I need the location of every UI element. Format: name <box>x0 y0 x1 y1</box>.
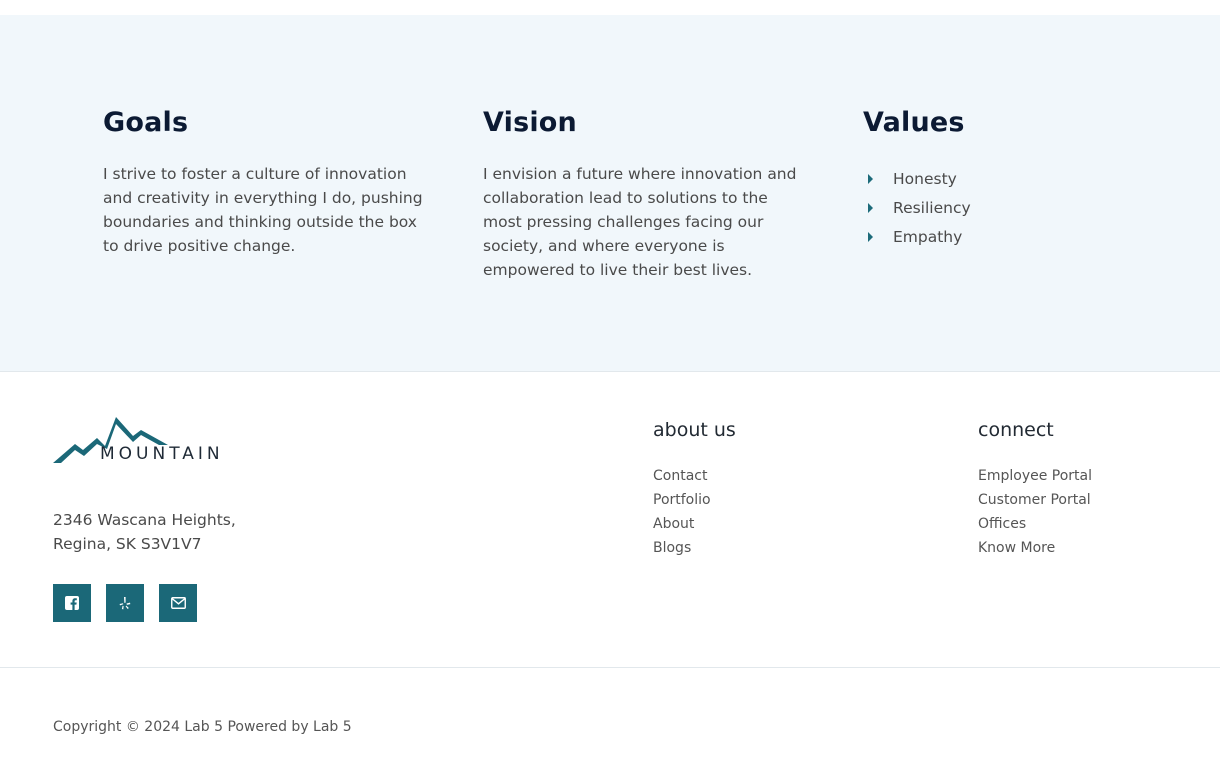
values-item-label: Resiliency <box>893 199 971 217</box>
goals-column: Goals I strive to foster a culture of in… <box>103 105 423 258</box>
address-line-2: Regina, SK S3V1V7 <box>53 535 202 553</box>
yelp-button[interactable] <box>106 584 144 622</box>
footer-link-about[interactable]: About <box>653 512 736 536</box>
facebook-button[interactable] <box>53 584 91 622</box>
vision-title: Vision <box>483 107 577 138</box>
goals-title: Goals <box>103 107 189 138</box>
footer-link-blogs[interactable]: Blogs <box>653 536 736 560</box>
values-item: Empathy <box>863 220 1183 254</box>
top-strip <box>0 0 1220 15</box>
caret-right-icon <box>868 232 873 242</box>
connect-heading: connect <box>978 419 1054 441</box>
values-item-label: Honesty <box>893 170 957 188</box>
caret-right-icon <box>868 174 873 184</box>
footer-bottom: Copyright © 2024 Lab 5 Powered by Lab 5 <box>0 668 1220 779</box>
footer-link-portfolio[interactable]: Portfolio <box>653 488 736 512</box>
mission-section: Goals I strive to foster a culture of in… <box>0 15 1220 372</box>
values-column: Values Honesty Resiliency Empathy <box>863 105 1183 254</box>
about-heading: about us <box>653 419 736 441</box>
footer-about-column: about us Contact Portfolio About Blogs <box>653 418 736 560</box>
footer-link-contact[interactable]: Contact <box>653 464 736 488</box>
footer-link-know-more[interactable]: Know More <box>978 536 1092 560</box>
about-links: Contact Portfolio About Blogs <box>653 464 736 560</box>
caret-right-icon <box>868 203 873 213</box>
mountain-logo[interactable]: MOUNTAIN <box>53 416 243 466</box>
vision-column: Vision I envision a future where innovat… <box>483 105 803 282</box>
values-title: Values <box>863 107 965 138</box>
footer-connect-column: connect Employee Portal Customer Portal … <box>978 418 1092 560</box>
address-line-1: 2346 Wascana Heights, <box>53 511 236 529</box>
social-links <box>53 584 197 622</box>
footer-link-customer-portal[interactable]: Customer Portal <box>978 488 1092 512</box>
footer-main: MOUNTAIN 2346 Wascana Heights, Regina, S… <box>0 372 1220 668</box>
vision-text: I envision a future where innovation and… <box>483 165 797 279</box>
footer-link-employee-portal[interactable]: Employee Portal <box>978 464 1092 488</box>
envelope-icon <box>170 597 186 609</box>
values-list: Honesty Resiliency Empathy <box>863 162 1183 254</box>
address: 2346 Wascana Heights, Regina, SK S3V1V7 <box>53 508 236 556</box>
values-item-label: Empathy <box>893 228 963 246</box>
facebook-icon <box>65 596 79 610</box>
logo-text: MOUNTAIN <box>100 444 224 464</box>
goals-text: I strive to foster a culture of innovati… <box>103 165 423 255</box>
footer-link-offices[interactable]: Offices <box>978 512 1092 536</box>
copyright-text: Copyright © 2024 Lab 5 Powered by Lab 5 <box>53 719 352 735</box>
yelp-icon <box>119 597 131 610</box>
connect-links: Employee Portal Customer Portal Offices … <box>978 464 1092 560</box>
email-button[interactable] <box>159 584 197 622</box>
